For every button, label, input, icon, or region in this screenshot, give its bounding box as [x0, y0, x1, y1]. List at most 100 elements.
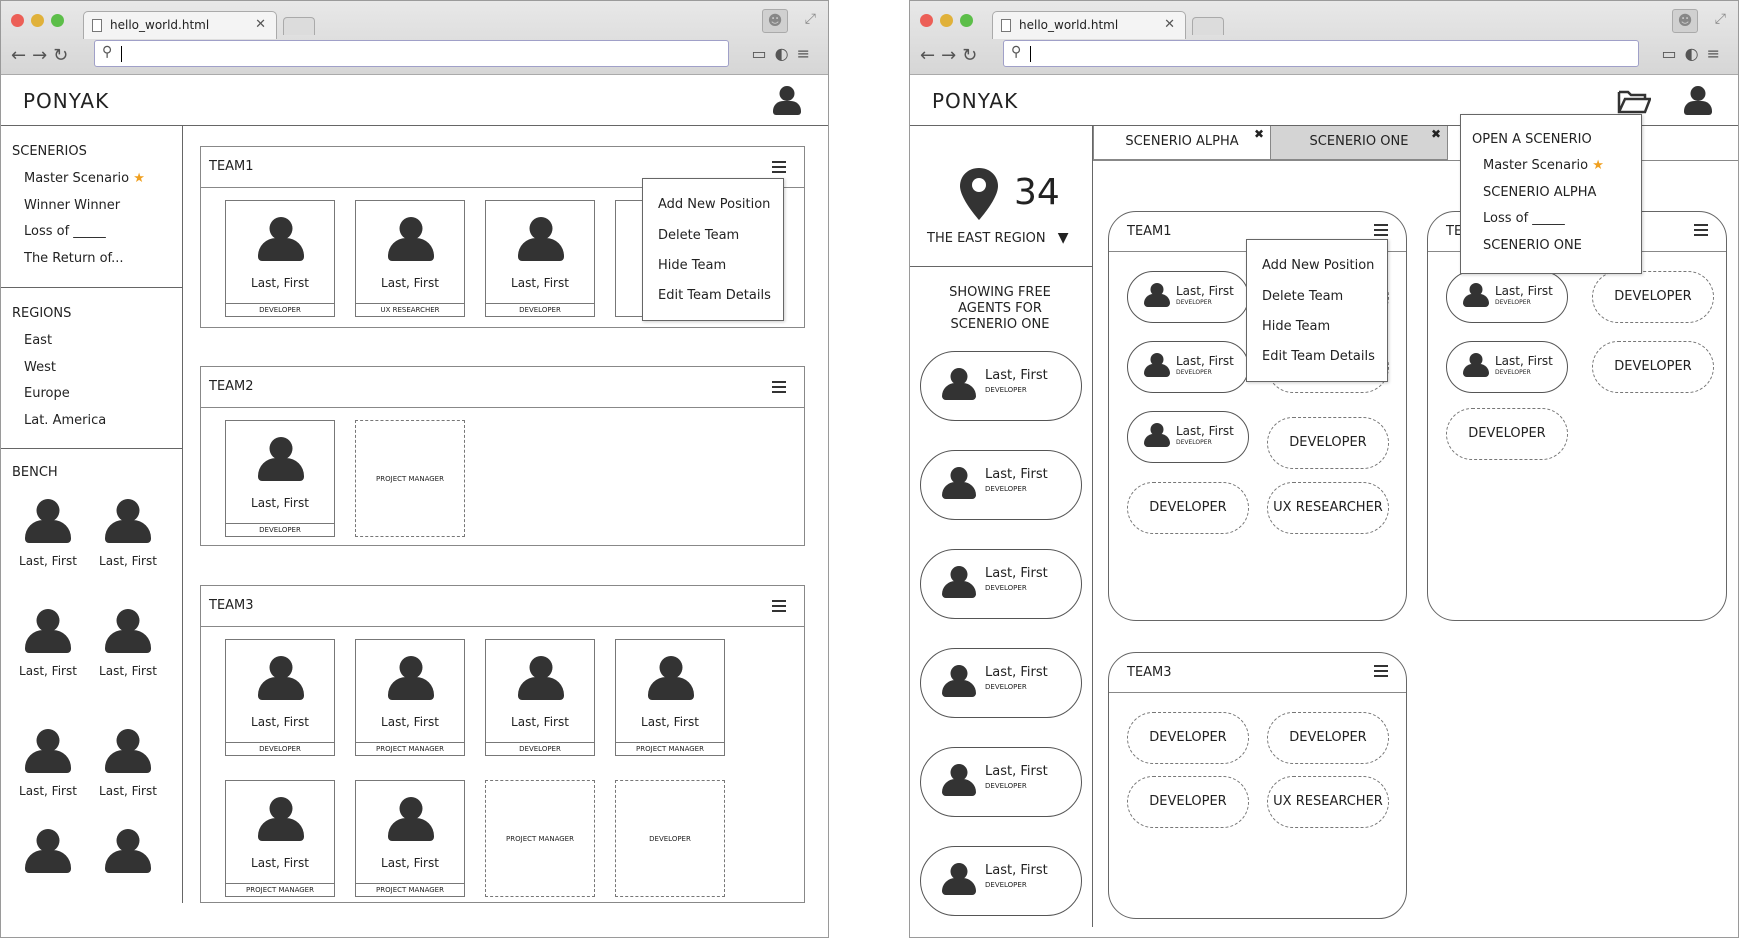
member-role: DEVELOPER [1176, 439, 1212, 446]
profile-icon[interactable]: ☻ [1672, 9, 1698, 33]
open-position-pill[interactable]: DEVELOPER [1267, 417, 1389, 469]
scenario-item[interactable]: Winner Winner [24, 198, 120, 213]
team-member-pill[interactable]: Last, First DEVELOPER [1446, 271, 1568, 323]
bench-person[interactable]: Last, First [13, 499, 83, 568]
hamburger-menu-icon[interactable] [1374, 665, 1388, 680]
open-scenario-item[interactable]: Master Scenario ★ [1483, 158, 1604, 173]
menu-hide-team[interactable]: Hide Team [658, 258, 726, 273]
new-tab-button[interactable] [283, 17, 315, 35]
menu-delete-team[interactable]: Delete Team [1262, 289, 1343, 304]
team-member-card[interactable]: Last, First PROJECT MANAGER [355, 780, 465, 897]
team-member-card[interactable]: Last, First DEVELOPER [225, 420, 335, 537]
open-position-pill[interactable]: UX RESEARCHER [1267, 482, 1389, 534]
team-member-card[interactable]: Last, First DEVELOPER [485, 200, 595, 317]
free-agent-card[interactable]: Last, First DEVELOPER [920, 450, 1082, 520]
bench-person[interactable]: Last, First [93, 499, 163, 568]
team-member-card[interactable]: Last, First DEVELOPER [225, 200, 335, 317]
close-light[interactable] [920, 14, 933, 27]
free-agent-card[interactable]: Last, First DEVELOPER [920, 549, 1082, 619]
open-position-slot[interactable]: PROJECT MANAGER [355, 420, 465, 537]
team-member-pill[interactable]: Last, First DEVELOPER [1446, 341, 1568, 393]
profile-icon[interactable]: ☻ [762, 9, 788, 33]
region-item[interactable]: East [24, 333, 52, 348]
open-scenario-item[interactable]: SCENERIO ONE [1483, 238, 1582, 253]
hamburger-menu-icon[interactable] [772, 600, 786, 615]
new-tab-button[interactable] [1192, 17, 1224, 35]
fullscreen-icon[interactable]: ⤢ [1715, 11, 1726, 27]
team-member-card[interactable]: Last, First DEVELOPER [225, 639, 335, 756]
team-member-card[interactable]: Last, First UX RESEARCHER [355, 200, 465, 317]
team-member-card[interactable]: Last, First DEVELOPER [485, 639, 595, 756]
scenario-item[interactable]: The Return of... [24, 251, 124, 266]
region-item[interactable]: Europe [24, 386, 70, 401]
close-icon[interactable]: ✖ [1254, 118, 1264, 150]
team-member-pill[interactable]: Last, First DEVELOPER [1127, 411, 1249, 463]
nav-buttons[interactable]: ←→↻ [11, 45, 74, 66]
hamburger-menu-icon[interactable] [772, 161, 786, 176]
browser-tab[interactable]: hello_world.html ✕ [992, 11, 1186, 39]
minimize-light[interactable] [31, 14, 44, 27]
tab-close-icon[interactable]: ✕ [255, 17, 266, 32]
menu-add-position[interactable]: Add New Position [658, 197, 770, 212]
open-position-pill[interactable]: DEVELOPER [1127, 776, 1249, 828]
region-selector[interactable]: THE EAST REGION ▼ [927, 230, 1069, 246]
close-light[interactable] [11, 14, 24, 27]
open-position-pill[interactable]: DEVELOPER [1592, 341, 1714, 393]
minimize-light[interactable] [940, 14, 953, 27]
toolbar-icons[interactable]: ▭◐≡ [1662, 44, 1728, 63]
bench-person[interactable] [93, 829, 163, 878]
team-member-card[interactable]: Last, First PROJECT MANAGER [225, 780, 335, 897]
menu-add-position[interactable]: Add New Position [1262, 258, 1374, 273]
open-position-slot[interactable]: DEVELOPER [615, 780, 725, 897]
folder-open-icon[interactable] [1617, 88, 1652, 114]
region-item[interactable]: West [24, 360, 56, 375]
open-position-pill[interactable]: UX RESEARCHER [1267, 776, 1389, 828]
menu-edit-team[interactable]: Edit Team Details [1262, 349, 1375, 364]
team-member-pill[interactable]: Last, First DEVELOPER [1127, 271, 1249, 323]
open-scenario-item[interactable]: SCENERIO ALPHA [1483, 185, 1596, 200]
free-agent-card[interactable]: Last, First DEVELOPER [920, 846, 1082, 916]
open-position-pill[interactable]: DEVELOPER [1446, 408, 1568, 460]
scenario-item[interactable]: Loss of _____ [24, 224, 106, 239]
scenario-item[interactable]: Master Scenario ★ [24, 171, 145, 186]
tab-scenerio-one[interactable]: SCENERIO ONE ✖ [1270, 126, 1448, 160]
team-member-card[interactable]: Last, First PROJECT MANAGER [355, 639, 465, 756]
user-avatar-icon[interactable] [772, 86, 802, 116]
bench-person[interactable]: Last, First [93, 729, 163, 798]
zoom-light[interactable] [51, 14, 64, 27]
team-member-pill[interactable]: Last, First DEVELOPER [1127, 341, 1249, 393]
bench-person[interactable] [13, 829, 83, 878]
browser-tab[interactable]: hello_world.html ✕ [83, 11, 277, 39]
free-agent-card[interactable]: Last, First DEVELOPER [920, 351, 1082, 421]
open-position-pill[interactable]: DEVELOPER [1592, 271, 1714, 323]
toolbar-icons[interactable]: ▭◐≡ [752, 44, 818, 63]
menu-edit-team[interactable]: Edit Team Details [658, 288, 771, 303]
fullscreen-icon[interactable]: ⤢ [805, 11, 816, 27]
open-position-pill[interactable]: DEVELOPER [1267, 712, 1389, 764]
address-bar[interactable]: ⚲ [1003, 40, 1639, 67]
bench-person[interactable]: Last, First [13, 609, 83, 678]
address-bar[interactable]: ⚲ [94, 40, 729, 67]
open-scenario-item[interactable]: Loss of _____ [1483, 211, 1565, 226]
region-panel: 34 THE EAST REGION ▼ [910, 126, 1092, 267]
hamburger-menu-icon[interactable] [772, 381, 786, 396]
team-member-card[interactable]: Last, First PROJECT MANAGER [615, 639, 725, 756]
user-avatar-icon[interactable] [1683, 86, 1713, 116]
nav-buttons[interactable]: ←→↻ [920, 45, 983, 66]
zoom-light[interactable] [960, 14, 973, 27]
tab-close-icon[interactable]: ✕ [1164, 17, 1175, 32]
free-agent-card[interactable]: Last, First DEVELOPER [920, 747, 1082, 817]
bench-person[interactable]: Last, First [13, 729, 83, 798]
open-position-slot[interactable]: PROJECT MANAGER [485, 780, 595, 897]
hamburger-menu-icon[interactable] [1374, 224, 1388, 239]
menu-hide-team[interactable]: Hide Team [1262, 319, 1330, 334]
open-position-pill[interactable]: DEVELOPER [1127, 482, 1249, 534]
region-item[interactable]: Lat. America [24, 413, 106, 428]
close-icon[interactable]: ✖ [1431, 118, 1441, 150]
hamburger-menu-icon[interactable] [1694, 224, 1708, 239]
open-position-pill[interactable]: DEVELOPER [1127, 712, 1249, 764]
menu-delete-team[interactable]: Delete Team [658, 228, 739, 243]
tab-scenerio-alpha[interactable]: SCENERIO ALPHA ✖ [1093, 126, 1271, 160]
free-agent-card[interactable]: Last, First DEVELOPER [920, 648, 1082, 718]
bench-person[interactable]: Last, First [93, 609, 163, 678]
